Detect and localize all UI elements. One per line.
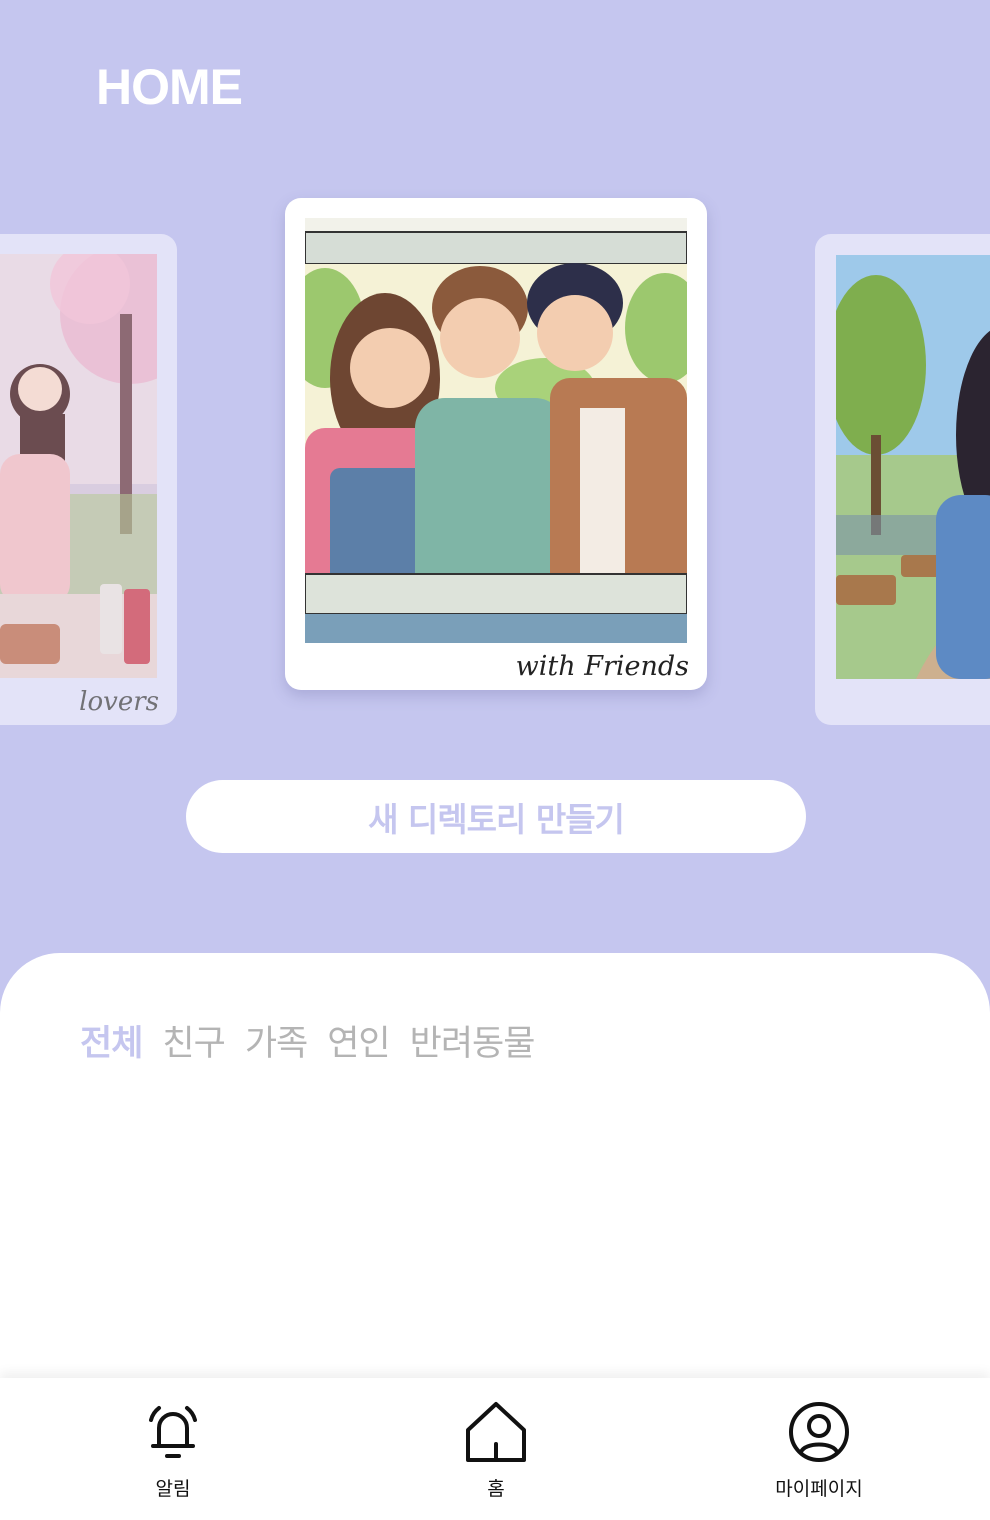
bell-icon <box>149 1406 197 1458</box>
tab-label: 마이페이지 <box>775 1478 863 1500</box>
filter-tab-friends[interactable]: 친구 <box>162 1015 225 1066</box>
user-circle-icon <box>789 1402 849 1462</box>
directory-card-lovers[interactable]: lovers <box>0 234 177 725</box>
new-directory-button[interactable]: 새 디렉토리 만들기 <box>186 780 806 853</box>
filter-tab-family[interactable]: 가족 <box>245 1015 308 1066</box>
directory-card-third[interactable] <box>815 234 990 725</box>
tab-label: 알림 <box>155 1478 191 1500</box>
home-icon <box>466 1402 526 1462</box>
category-filter-tabs: 전체 친구 가족 연인 반려동물 <box>80 1015 536 1066</box>
tab-home[interactable]: 홈 <box>416 1400 576 1501</box>
directory-card-friends[interactable]: with Friends <box>285 198 707 690</box>
tab-label: 홈 <box>487 1478 505 1500</box>
filter-tab-lovers[interactable]: 연인 <box>327 1015 390 1066</box>
page-title: HOME <box>96 59 243 115</box>
filter-tab-all[interactable]: 전체 <box>80 1015 143 1066</box>
tab-notifications[interactable]: 알림 <box>93 1400 253 1501</box>
filter-tab-pets[interactable]: 반려동물 <box>410 1015 536 1066</box>
card-image <box>836 255 990 679</box>
card-caption: with Friends <box>515 651 689 682</box>
card-image <box>305 218 687 643</box>
card-caption: lovers <box>79 687 159 717</box>
card-image <box>0 254 157 678</box>
tab-mypage[interactable]: 마이페이지 <box>739 1400 899 1501</box>
